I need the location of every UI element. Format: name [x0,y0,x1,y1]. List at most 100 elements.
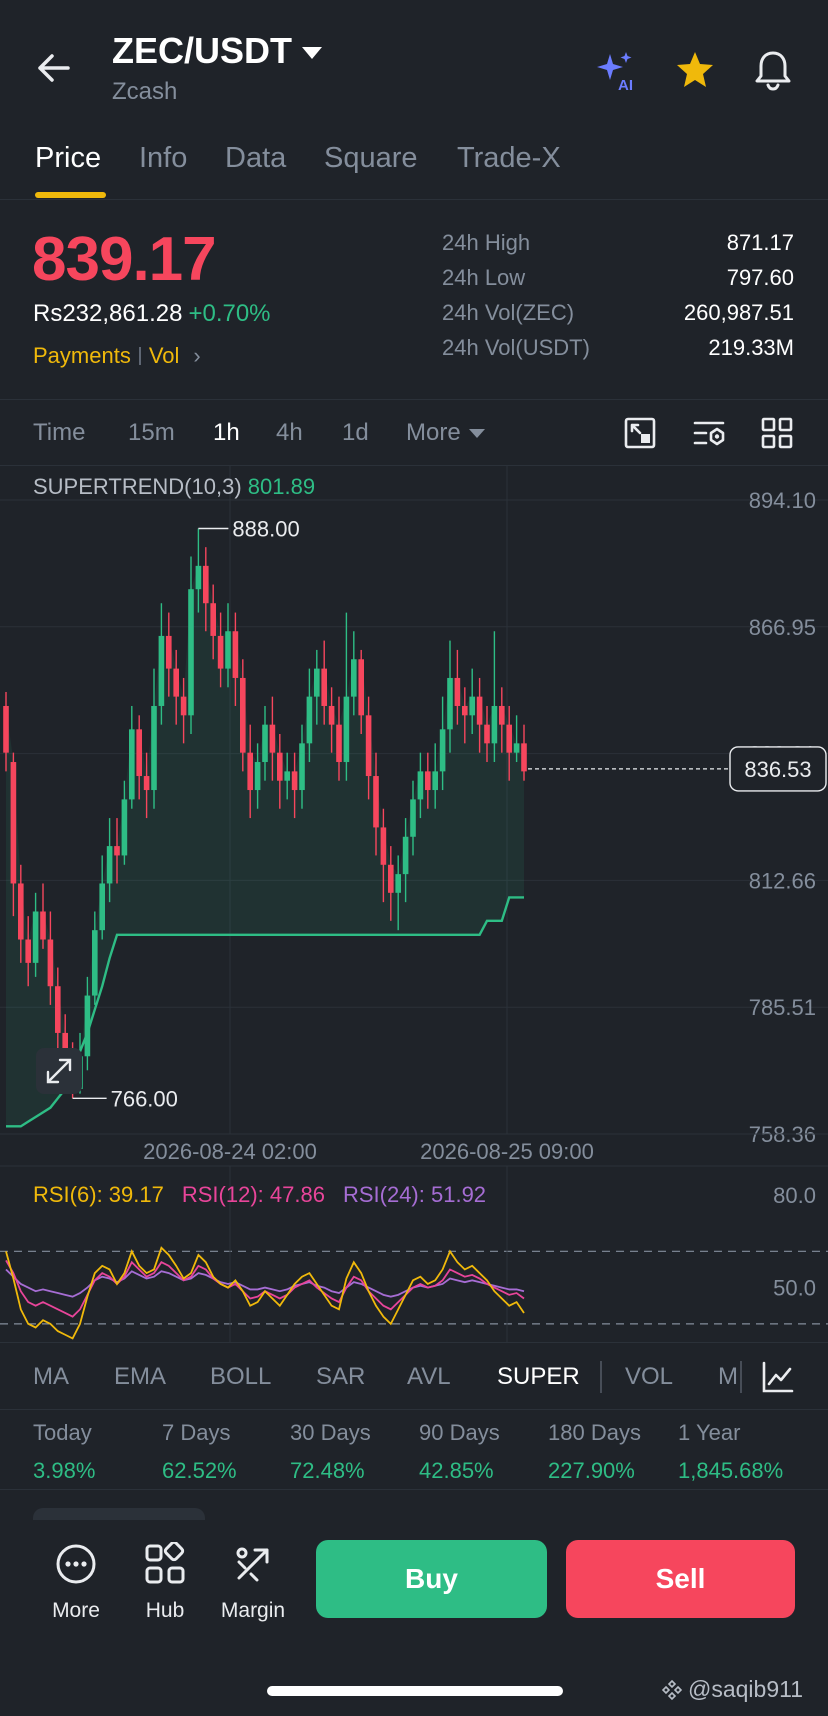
header: ZEC/USDT Zcash AI [0,0,828,126]
tf-1d[interactable]: 1d [342,419,369,447]
perf-value: 42.85% [419,1458,494,1483]
x-tick-label: 2026-08-24 02:00 [143,1139,317,1164]
rsi-name: RSI(6) [33,1182,97,1207]
grid-layout-icon[interactable] [758,414,796,452]
candle-body [439,729,446,772]
candle-body [129,729,135,800]
perf-90d: 90 Days 42.85% [419,1420,500,1484]
candle-body [262,724,268,763]
candle-body [203,565,209,604]
main-tabs: Price Info Data Square Trade-X [0,130,828,200]
candle-body [166,635,172,669]
candle-body [291,771,298,791]
indicator-chart-icon[interactable] [760,1359,796,1395]
pair-selector[interactable]: ZEC/USDT [112,30,322,72]
tab-trade-x[interactable]: Trade-X [457,142,561,175]
ind-avl[interactable]: AVL [407,1363,451,1391]
rsi-tick-label: 50.0 [773,1276,816,1301]
candle-body [106,846,113,884]
stat-value: 797.60 [726,265,794,290]
stat-label: 24h Vol(USDT) [442,335,590,360]
stat-value: 260,987.51 [683,300,794,325]
candle-body [410,799,416,837]
sell-button[interactable]: Sell [566,1540,795,1618]
buy-button[interactable]: Buy [316,1540,547,1618]
candle-body [299,743,305,791]
rsi6-line [5,1246,525,1340]
rsi24-label: RSI(24): 51.92 [342,1182,487,1207]
indicator-tabs: MA EMA BOLL SAR AVL SUPER VOL M [0,1342,828,1410]
candle-body [18,883,24,940]
candle-body [232,631,239,678]
star-icon[interactable] [671,46,719,94]
ind-more-m[interactable]: M [718,1363,738,1391]
svg-text:AI: AI [618,77,633,94]
candle-body [447,677,453,730]
performance-row: Today 3.98% 7 Days 62.52% 30 Days 72.48% 90… [0,1410,828,1490]
candle-body [84,995,91,1057]
candle-body [521,743,527,772]
stat-label: 24h Low [442,265,526,290]
candle-body [210,603,216,636]
bell-icon[interactable] [749,46,797,94]
perf-value: 1,845.68% [678,1458,784,1483]
back-arrow-icon[interactable] [30,44,78,92]
y-tick-label: 785.51 [749,995,816,1020]
tf-1h[interactable]: 1h [213,419,240,447]
candle-body [40,911,46,940]
ind-super[interactable]: SUPER [497,1363,580,1391]
candle-body [195,565,202,590]
margin-icon [236,1547,269,1582]
more-button[interactable]: More [31,1542,121,1623]
perf-180d: 180 Days 227.90% [548,1420,641,1484]
binance-logo-icon [661,1679,683,1700]
price-summary: 839.17 Rs232,861.28 +0.70% Payments Vol ›… [0,200,828,400]
candle-body [173,668,179,697]
tab-square[interactable]: Square [324,142,418,175]
perf-30d: 30 Days 72.48% [290,1420,371,1484]
perf-label: Today [33,1420,92,1445]
perf-value: 227.90% [548,1458,635,1483]
candle-body [395,874,401,893]
price-chart[interactable]: 894.10866.95839.81812.66785.51758.362026… [0,466,828,1342]
stat-row: 24h High 871.17 [442,230,794,265]
vol-link[interactable]: Vol [149,343,180,369]
bottom-action-bar: More Hub Margin Buy Sell [0,1520,828,1640]
ind-boll[interactable]: BOLL [210,1363,271,1391]
pair-subtitle: Zcash [112,78,178,105]
y-tick-label: 894.10 [749,488,816,513]
tf-more[interactable]: More [406,419,485,447]
perf-label: 7 Days [162,1420,231,1445]
divider [138,347,141,365]
rsi-tick-label: 80.0 [773,1183,816,1208]
chart-canvas[interactable]: 894.10866.95839.81812.66785.51758.362026… [0,466,828,1342]
candle-body [55,986,61,1033]
ind-ema[interactable]: EMA [114,1363,166,1391]
tab-data[interactable]: Data [225,142,286,175]
ai-sparkle-icon[interactable]: AI [592,46,640,94]
ind-vol[interactable]: VOL [625,1363,673,1391]
candle-body [321,668,327,706]
chart-depth-icon[interactable] [621,414,659,452]
hub-button[interactable]: Hub [120,1540,210,1623]
candle-body [180,696,187,716]
ind-sar[interactable]: SAR [316,1363,365,1391]
tf-4h[interactable]: 4h [276,419,303,447]
candle-body [151,705,157,791]
stat-value: 219.33M [708,335,794,360]
ind-ma[interactable]: MA [33,1363,69,1391]
margin-button[interactable]: Margin [208,1542,298,1623]
candle-body [114,846,120,856]
x-tick-label: 2026-08-25 09:00 [420,1139,594,1164]
stat-row: 24h Vol(USDT) 219.33M [442,335,794,370]
tab-price[interactable]: Price [35,142,101,175]
candle-body [476,696,483,725]
hub-grid-icon [145,1540,185,1584]
tf-time[interactable]: Time [33,419,85,447]
tf-15m[interactable]: 15m [128,419,175,447]
payments-link[interactable]: Payments [33,343,131,369]
chart-settings-icon[interactable] [690,414,728,452]
candle-body [92,930,98,996]
fiat-price: Rs232,861.28 [33,300,183,327]
tab-info[interactable]: Info [139,142,187,175]
